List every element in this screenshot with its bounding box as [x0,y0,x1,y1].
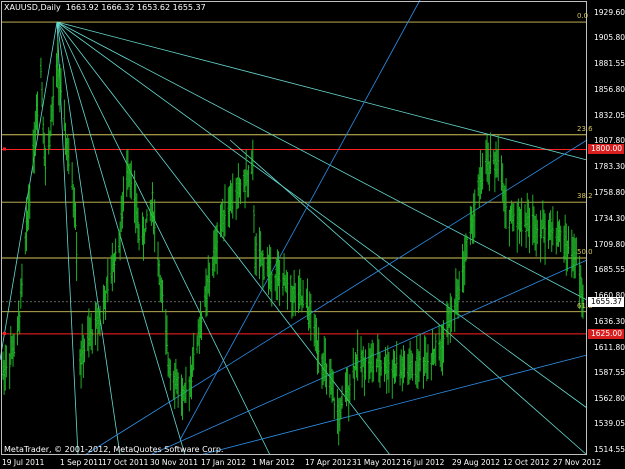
time-axis-label: 30 Nov 2011 [150,458,199,467]
time-axis-label: 17 Apr 2012 [305,458,352,467]
price-axis-label: 1636.30 [594,316,625,326]
price-axis-label: 1734.30 [594,213,625,223]
copyright-text: MetaTrader, © 2001-2012, MetaQuotes Soft… [4,445,224,454]
time-axis-label: 17 Oct 2011 [102,458,149,467]
time-axis-label: 19 Jul 2011 [2,458,45,467]
fib-level-label: 0.0 [577,12,589,21]
time-axis-label: 16 Jul 2012 [402,458,445,467]
time-axis-label: 31 May 2012 [352,458,401,467]
price-marker-box: 1655.37 [588,296,624,307]
price-axis-label: 1905.80 [594,33,625,43]
price-axis-label: 1685.55 [594,265,625,275]
ohlc-values: 1663.92 1666.32 1653.62 1655.37 [65,3,206,12]
price-axis-label: 1514.55 [594,445,625,455]
price-axis-label: 1783.30 [594,162,625,172]
fib-level-label: 50.0 [577,247,593,256]
price-axis-label: 1929.60 [594,7,625,17]
price-axis-label: 1832.05 [594,110,625,120]
time-axis-label: 29 Aug 2012 [452,458,501,467]
chart-window[interactable]: XAUUSD,Daily 1663.92 1666.32 1653.62 165… [0,0,625,469]
chart-header: XAUUSD,Daily 1663.92 1666.32 1653.62 165… [4,3,206,12]
fib-level-label: 38.2 [577,192,593,201]
price-axis-label: 1562.80 [594,394,625,404]
symbol-label: XAUUSD,Daily [4,3,61,12]
time-axis-label: 1 Mar 2012 [252,458,295,467]
price-axis-label: 1709.80 [594,239,625,249]
price-axis-label: 1856.80 [594,84,625,94]
time-axis-label: 1 Sep 2011 [60,458,103,467]
price-axis-label: 1611.80 [594,342,625,352]
price-axis-label: 1758.80 [594,187,625,197]
time-axis-label: 12 Oct 2012 [503,458,550,467]
price-marker-box: 1625.00 [588,328,624,339]
price-axis-label: 1587.55 [594,368,625,378]
plot-frame [1,1,587,455]
price-marker-box: 1800.00 [588,144,624,155]
time-axis-label: 27 Nov 2012 [553,458,602,467]
price-axis-label: 1539.05 [594,419,625,429]
price-axis-label: 1881.55 [594,58,625,68]
fib-level-label: 23.6 [577,124,593,133]
time-axis-label: 17 Jan 2012 [201,458,246,467]
